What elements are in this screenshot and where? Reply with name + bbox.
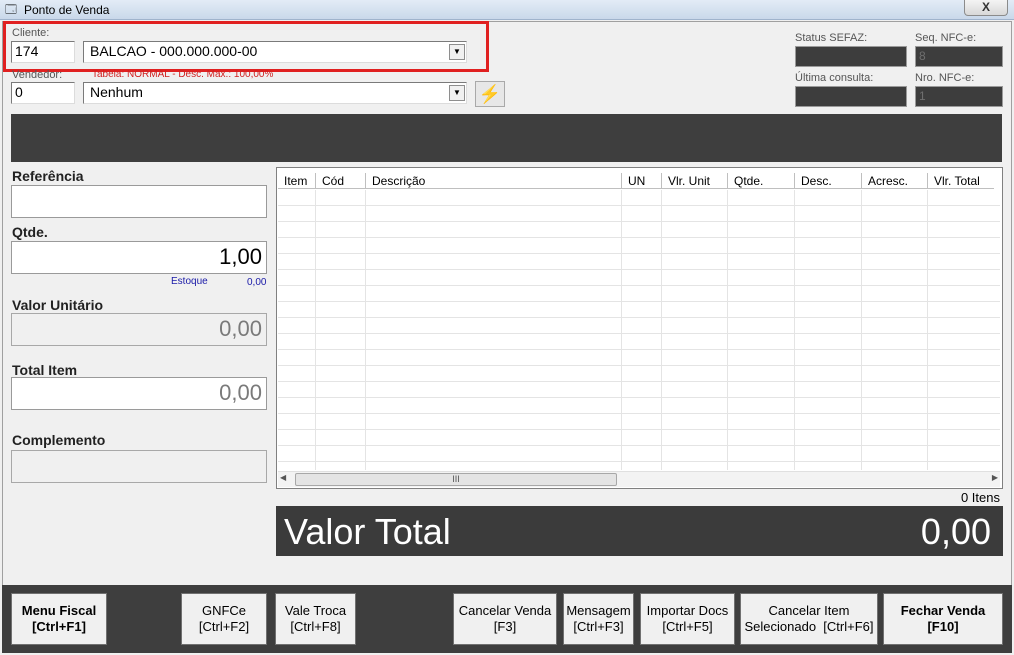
complemento-field [11, 450, 267, 483]
itens-count: 0 Itens [960, 490, 1000, 505]
total-item-field: 0,00 [11, 377, 267, 410]
importar-docs-button[interactable]: Importar Docs [Ctrl+F5] [640, 593, 735, 645]
lightning-icon[interactable]: ⚡ [475, 81, 505, 107]
button-shortcut: [Ctrl+F8] [290, 619, 341, 634]
status-sefaz-label: Status SEFAZ: [795, 32, 868, 44]
button-shortcut: [Ctrl+F3] [573, 619, 624, 634]
tabela-info: Tabela: NORMAL - Desc. Max.: 100,00% [92, 69, 274, 80]
vendedor-label: Vendedor: [12, 69, 63, 81]
mensagem-button[interactable]: Mensagem [Ctrl+F3] [563, 593, 634, 645]
vendedor-code-input[interactable]: 0 [11, 82, 75, 104]
button-shortcut: [Ctrl+F5] [662, 619, 713, 634]
nro-nfce-label: Nro. NFC-e: [915, 72, 975, 84]
menu-fiscal-button[interactable]: Menu Fiscal [Ctrl+F1] [11, 593, 107, 645]
grid-header: Item Cód Descrição UN Vlr. Unit Qtde. De… [278, 173, 994, 189]
button-label: Importar Docs [646, 603, 729, 618]
ultima-consulta-field [795, 86, 907, 107]
qtde-label: Qtde. [12, 224, 48, 240]
button-shortcut: [Ctrl+F1] [32, 619, 86, 634]
product-banner [11, 114, 1002, 162]
button-label: Vale Troca [284, 603, 347, 618]
col-cod[interactable]: Cód [316, 173, 366, 188]
ultima-consulta-label: Última consulta: [795, 72, 874, 84]
vendedor-select[interactable]: Nenhum [83, 82, 467, 104]
button-shortcut: [F10] [927, 619, 959, 634]
button-label: Cancelar Venda [458, 603, 552, 618]
button-shortcut: [Ctrl+F2] [198, 619, 250, 634]
button-shortcut: Selecionado [Ctrl+F6] [744, 619, 874, 634]
estoque-label: Estoque [171, 276, 208, 287]
valor-total-panel: Valor Total 0,00 [276, 506, 1003, 556]
valor-total-label: Valor Total [284, 511, 451, 552]
cancelar-venda-button[interactable]: Cancelar Venda [F3] [453, 593, 557, 645]
highlight-box [3, 21, 489, 72]
col-item[interactable]: Item [278, 173, 316, 188]
button-label: Cancelar Item [768, 603, 850, 618]
col-descricao[interactable]: Descrição [366, 173, 622, 188]
button-label: Fechar Venda [900, 603, 986, 618]
seq-nfce-label: Seq. NFC-e: [915, 32, 977, 44]
col-un[interactable]: UN [622, 173, 662, 188]
col-vlr-unit[interactable]: Vlr. Unit [662, 173, 728, 188]
scroll-thumb[interactable]: III [295, 473, 617, 486]
seq-nfce-field: 8 [915, 46, 1003, 67]
button-label: Menu Fiscal [21, 603, 97, 618]
gnfce-button[interactable]: GNFCe [Ctrl+F2] [181, 593, 267, 645]
col-vlr-total[interactable]: Vlr. Total [928, 173, 994, 188]
vale-troca-button[interactable]: Vale Troca [Ctrl+F8] [275, 593, 356, 645]
button-label: Mensagem [566, 603, 631, 618]
window-title: Ponto de Venda [24, 3, 110, 17]
valor-total-value: 0,00 [920, 511, 991, 552]
col-acresc[interactable]: Acresc. [862, 173, 928, 188]
horizontal-scrollbar[interactable]: ◀ III ▶ [278, 471, 1000, 487]
scroll-left-icon[interactable]: ◀ [280, 473, 286, 482]
title-bar [0, 0, 1014, 20]
status-sefaz-field [795, 46, 907, 67]
valor-unitario-label: Valor Unitário [12, 297, 104, 313]
nro-nfce-field: 1 [915, 86, 1003, 107]
chevron-down-icon[interactable]: ▼ [449, 85, 465, 101]
col-qtde[interactable]: Qtde. [728, 173, 795, 188]
items-grid[interactable]: Item Cód Descrição UN Vlr. Unit Qtde. De… [276, 167, 1003, 489]
total-item-label: Total Item [12, 362, 78, 378]
close-button[interactable]: X [964, 0, 1008, 16]
valor-unitario-field: 0,00 [11, 313, 267, 346]
app-icon: 🗔 [5, 4, 17, 16]
col-desc[interactable]: Desc. [795, 173, 862, 188]
cancelar-item-button[interactable]: Cancelar Item Selecionado [Ctrl+F6] [740, 593, 878, 645]
referencia-input[interactable] [11, 185, 267, 218]
scroll-right-icon[interactable]: ▶ [992, 473, 998, 482]
fechar-venda-button[interactable]: Fechar Venda [F10] [883, 593, 1003, 645]
button-label: GNFCe [201, 603, 247, 618]
grid-body[interactable] [278, 190, 1000, 470]
referencia-label: Referência [12, 168, 84, 184]
qtde-input[interactable]: 1,00 [11, 241, 267, 274]
complemento-label: Complemento [12, 432, 106, 448]
button-shortcut: [F3] [493, 619, 517, 634]
estoque-value: 0,00 [247, 277, 267, 288]
